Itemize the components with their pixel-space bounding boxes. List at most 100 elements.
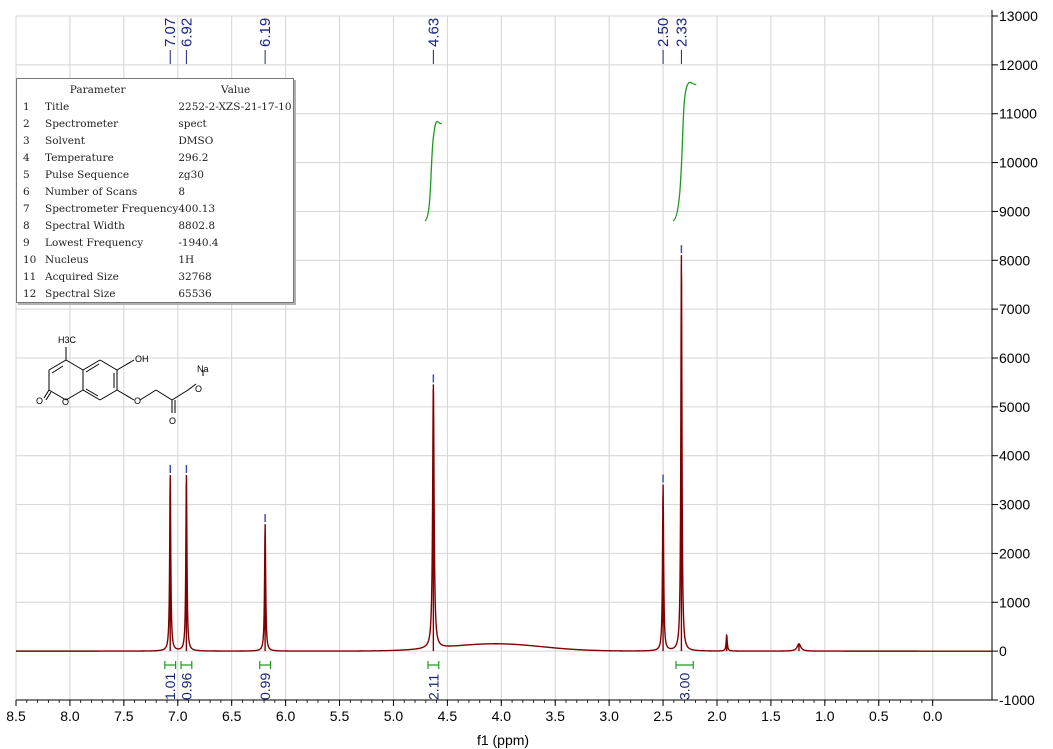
x-tick-label: 1.5 [761,708,781,724]
y-tick-label: 9000 [999,203,1030,219]
parameter-number: 4 [23,152,30,164]
parameter-value: 32768 [178,271,212,283]
value-header: Value [221,84,251,96]
peak-label: 6.19 [257,18,274,47]
parameter-value: spect [178,118,207,130]
peak-label: 2.33 [673,18,690,47]
x-tick-label: 4.5 [438,708,458,724]
parameter-row: 12 Spectral Size 65536 [17,286,293,303]
parameter-name: Number of Scans [45,186,138,198]
peak-label: 7.07 [162,18,179,47]
sodium-label: Na [197,364,209,374]
y-tick-label: 6000 [999,350,1030,366]
parameter-row: 6 Number of Scans 8 [17,184,293,201]
parameter-header: Parameter [69,84,126,96]
carbonyl-oxygen-label: O [36,396,43,406]
parameter-value: 1H [178,254,195,266]
parameter-value: 400.13 [178,203,216,215]
parameter-name: Title [45,101,70,113]
y-tick-label: 13000 [999,8,1038,24]
parameter-value: 8802.8 [178,220,216,232]
parameter-row: 3 Solvent DMSO [17,133,293,150]
x-tick-label: 6.5 [222,708,242,724]
parameter-row: 8 Spectral Width 8802.8 [17,218,293,235]
y-tick-label: 11000 [999,106,1037,122]
integral-curve [424,120,443,222]
x-tick-label: 0.5 [869,708,889,724]
x-tick-label: 2.5 [653,708,673,724]
parameter-name: Spectrometer Frequency [45,203,179,215]
parameter-number: 3 [23,135,30,147]
parameter-number: 5 [23,169,30,181]
x-tick-label: 0.0 [923,708,943,724]
pyranone-ring [43,347,84,401]
parameter-name: Nucleus [45,254,89,266]
y-tick-label: 8000 [999,252,1030,268]
peak-label: 6.92 [178,18,195,47]
x-tick-label: 3.5 [545,708,565,724]
parameter-row: 5 Pulse Sequence zg30 [17,167,293,184]
y-tick-label: 5000 [999,399,1030,415]
x-axis-label: f1 (ppm) [477,732,529,748]
y-tick-label: 10000 [999,155,1038,171]
x-tick-label: 6.0 [276,708,296,724]
peak-label: 2.50 [655,18,672,47]
y-tick-label: 0 [999,643,1007,659]
x-axis-ticks: 8.5 8.0 7.5 7.0 6.5 6.0 5.5 5.0 4.5 4.0 3.5 3.0 2.5 2… [6,700,943,724]
integral-value: 1.01 [162,673,178,700]
parameter-name: Acquired Size [45,271,119,283]
parameter-table: Parameter Value 1 Title 2252-2-XZS-21-17-1… [16,78,294,303]
y-axis-ticks: 1300012000110001000090008000700060005000… [992,8,1038,708]
parameter-row: 2 Spectrometer spect [17,116,293,133]
parameter-row: 11 Acquired Size 32768 [17,269,293,286]
peak-label: 4.63 [425,18,442,47]
y-tick-label: 12000 [999,57,1038,73]
x-tick-label: 2.0 [707,708,727,724]
y-tick-label: 2000 [999,545,1030,561]
parameter-value: DMSO [178,135,214,147]
parameter-value: -1940.4 [178,237,219,249]
parameter-number: 11 [23,271,37,283]
y-tick-label: 7000 [999,301,1030,317]
parameter-value: 65536 [178,288,212,300]
integral-value: 0.96 [178,673,194,700]
parameter-table-header: Parameter Value [17,82,293,99]
parameter-number: 8 [23,220,30,232]
parameter-value: zg30 [178,169,204,181]
spectrum-trace [16,255,992,652]
parameter-row: 9 Lowest Frequency -1940.4 [17,235,293,252]
parameter-value: 8 [178,186,186,198]
parameter-row: 7 Spectrometer Frequency 400.13 [17,201,293,218]
spectrum-line [16,255,992,652]
x-tick-label: 7.5 [114,708,134,724]
y-tick-label: -1000 [999,692,1035,708]
parameter-name: Temperature [45,152,114,164]
parameter-name: Spectrometer [45,118,119,130]
parameter-row: 4 Temperature 296.2 [17,150,293,167]
acid-carbonyl-oxygen-label: O [169,416,176,426]
x-tick-label: 3.0 [599,708,619,724]
x-tick-label: 8.5 [6,708,26,724]
x-tick-label: 7.0 [168,708,188,724]
integral-labels: 1.01 0.96 0.99 2.11 3.00 [162,661,694,700]
hydroxyl-group-label: OH [135,354,149,364]
parameter-name: Spectral Width [45,220,125,232]
ring-oxygen-label: O [62,397,69,407]
y-tick-label: 1000 [999,594,1030,610]
x-tick-label: 5.0 [384,708,404,724]
parameter-name: Lowest Frequency [45,237,144,249]
benzene-ring [82,359,204,413]
integral-value: 3.00 [677,673,693,700]
parameter-name: Pulse Sequence [45,169,130,181]
integral-curve [672,81,697,222]
x-tick-label: 8.0 [60,708,80,724]
parameter-rows: 1 Title 2252-2-XZS-21-17-10 2 Spectrometer sp… [17,99,293,303]
parameter-number: 2 [23,118,30,130]
methyl-group-label: H3C [58,335,77,345]
ether-oxygen-label: O [134,396,141,406]
x-tick-label: 4.0 [492,708,512,724]
parameter-number: 1 [23,101,30,113]
parameter-number: 9 [23,237,30,249]
integral-value: 0.99 [257,673,273,700]
integral-value: 2.11 [425,674,441,700]
